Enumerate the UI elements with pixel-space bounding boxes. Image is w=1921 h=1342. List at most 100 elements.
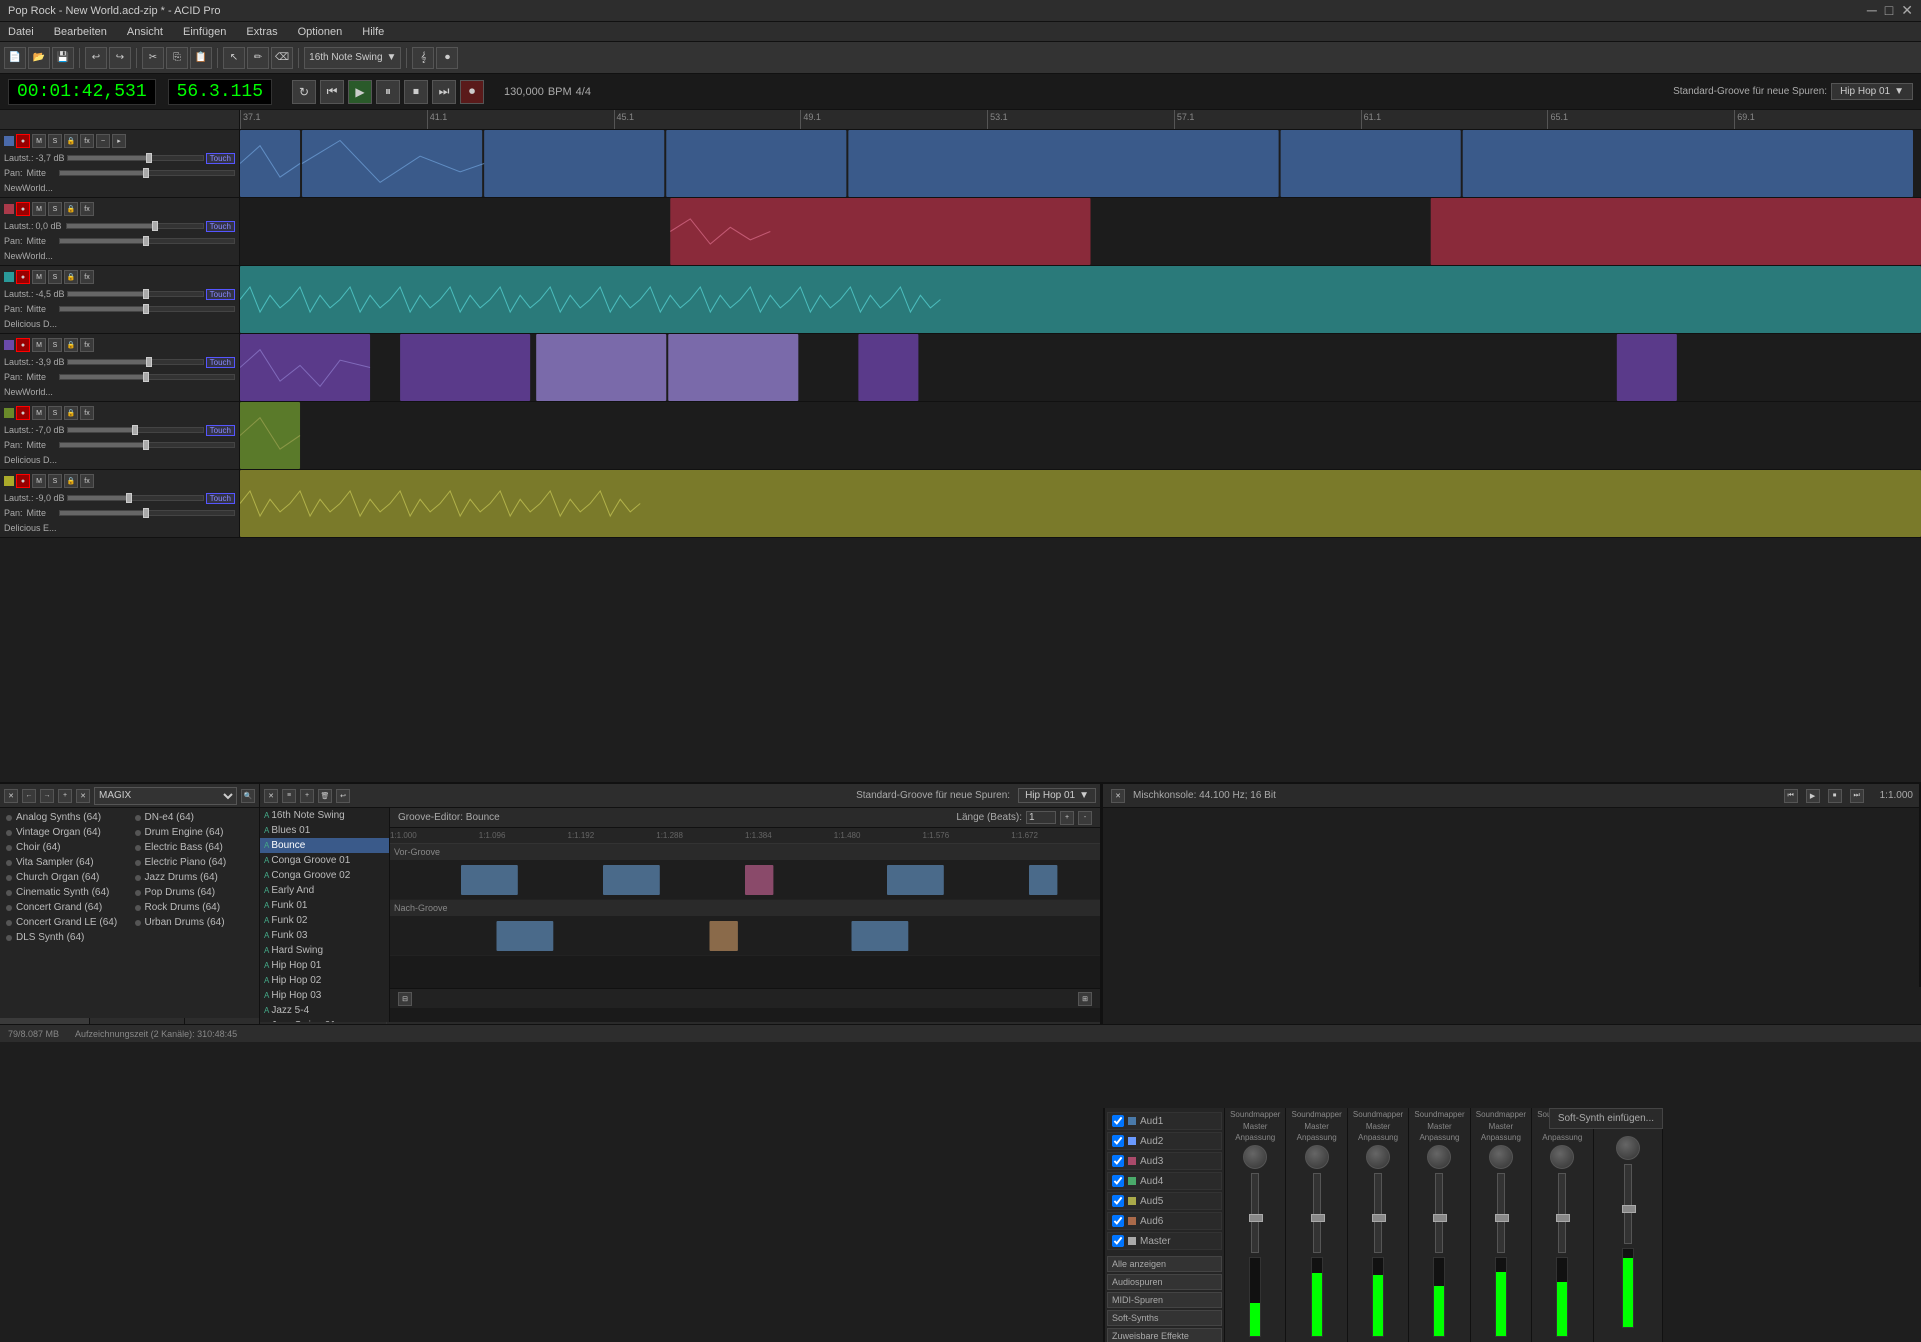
track-more-1[interactable]: ▸: [112, 134, 126, 148]
skip-fwd-btn[interactable]: ⏭: [432, 80, 456, 104]
track-mute-2[interactable]: M: [32, 202, 46, 216]
mixer-ch-knob-2[interactable]: [1366, 1145, 1390, 1169]
groove-item-2[interactable]: ABounce: [260, 838, 389, 853]
track-color-2[interactable]: [4, 204, 14, 214]
mixer-ch-fader-1[interactable]: [1313, 1173, 1321, 1253]
stop-btn[interactable]: ⏹: [404, 80, 428, 104]
track-lock-6[interactable]: 🔒: [64, 474, 78, 488]
audio-track-cb-3[interactable]: [1112, 1175, 1124, 1187]
loop-btn[interactable]: ↻: [292, 80, 316, 104]
save-button[interactable]: 💾: [52, 47, 74, 69]
menu-item-optionen[interactable]: Optionen: [294, 26, 347, 38]
instrument-11[interactable]: Electric Bass (64): [131, 840, 258, 855]
instrument-14[interactable]: Pop Drums (64): [131, 885, 258, 900]
groove-item-11[interactable]: AHip Hop 02: [260, 973, 389, 988]
play-btn[interactable]: ▶: [348, 80, 372, 104]
instrument-15[interactable]: Rock Drums (64): [131, 900, 258, 915]
track-rec-3[interactable]: ●: [16, 270, 30, 284]
audio-track-5[interactable]: Aud6: [1107, 1212, 1222, 1230]
audio-track-3[interactable]: Aud4: [1107, 1172, 1222, 1190]
touch-badge-3[interactable]: Touch: [206, 289, 235, 300]
track-lock-1[interactable]: 🔒: [64, 134, 78, 148]
metronome-btn[interactable]: 𝄞: [412, 47, 434, 69]
audio-action-3[interactable]: Soft-Synths: [1107, 1310, 1222, 1326]
pause-btn[interactable]: ⏸: [376, 80, 400, 104]
track-mute-4[interactable]: M: [32, 338, 46, 352]
mixer-ch-knob-0[interactable]: [1243, 1145, 1267, 1169]
audio-action-1[interactable]: Audiospuren: [1107, 1274, 1222, 1290]
instrument-btn2[interactable]: →: [40, 789, 54, 803]
groove-btn2[interactable]: +: [300, 789, 314, 803]
undo-button[interactable]: ↩: [85, 47, 107, 69]
track-color-1[interactable]: [4, 136, 14, 146]
groove-item-0[interactable]: A16th Note Swing: [260, 808, 389, 823]
vol-slider-3[interactable]: [67, 291, 204, 297]
audio-action-4[interactable]: Zuweisbare Effekte: [1107, 1328, 1222, 1342]
track-fx-3[interactable]: fx: [80, 270, 94, 284]
groove-zoom-fit[interactable]: ⊟: [398, 992, 412, 1006]
copy-button[interactable]: ⎘: [166, 47, 188, 69]
instrument-8[interactable]: DLS Synth (64): [2, 930, 129, 945]
touch-badge-5[interactable]: Touch: [206, 425, 235, 436]
rewind-btn[interactable]: ⏮: [320, 80, 344, 104]
touch-badge-4[interactable]: Touch: [206, 357, 235, 368]
menu-item-ansicht[interactable]: Ansicht: [123, 26, 167, 38]
audio-track-cb-0[interactable]: [1112, 1115, 1124, 1127]
track-fx-6[interactable]: fx: [80, 474, 94, 488]
pan-slider-4[interactable]: [59, 374, 235, 380]
track-solo-1[interactable]: S: [48, 134, 62, 148]
pan-slider-2[interactable]: [59, 238, 235, 244]
track-solo-6[interactable]: S: [48, 474, 62, 488]
touch-badge-6[interactable]: Touch: [206, 493, 235, 504]
minimize-button[interactable]: ─: [1867, 2, 1877, 19]
mixer-ch-fader-5[interactable]: [1558, 1173, 1566, 1253]
groove-zoom-in[interactable]: +: [1060, 811, 1074, 825]
vol-slider-4[interactable]: [67, 359, 204, 365]
groove-item-5[interactable]: AEarly And: [260, 883, 389, 898]
audio-track-4[interactable]: Aud5: [1107, 1192, 1222, 1210]
vol-slider-1[interactable]: [67, 155, 204, 161]
audio-track-cb-5[interactable]: [1112, 1215, 1124, 1227]
instrument-search[interactable]: 🔍: [241, 789, 255, 803]
menu-item-bearbeiten[interactable]: Bearbeiten: [50, 26, 111, 38]
groove-delete[interactable]: 🗑: [318, 789, 332, 803]
tracks-scroll[interactable]: ● M S 🔒 fx ~ ▸ Lautst.: -3,7 dB: [0, 130, 1921, 782]
menu-item-extras[interactable]: Extras: [242, 26, 281, 38]
menu-item-hilfe[interactable]: Hilfe: [358, 26, 388, 38]
instrument-4[interactable]: Church Organ (64): [2, 870, 129, 885]
groove-item-8[interactable]: AFunk 03: [260, 928, 389, 943]
track-mute-3[interactable]: M: [32, 270, 46, 284]
groove-zoom-out[interactable]: -: [1078, 811, 1092, 825]
pan-slider-1[interactable]: [59, 170, 235, 176]
track-fx-5[interactable]: fx: [80, 406, 94, 420]
groove-item-6[interactable]: AFunk 01: [260, 898, 389, 913]
track-env-1[interactable]: ~: [96, 134, 110, 148]
groove-item-9[interactable]: AHard Swing: [260, 943, 389, 958]
groove-item-12[interactable]: AHip Hop 03: [260, 988, 389, 1003]
vol-slider-5[interactable]: [67, 427, 204, 433]
audio-action-2[interactable]: MIDI-Spuren: [1107, 1292, 1222, 1308]
track-rec-2[interactable]: ●: [16, 202, 30, 216]
touch-badge-2[interactable]: Touch: [206, 221, 235, 232]
track-solo-3[interactable]: S: [48, 270, 62, 284]
track-rec-1[interactable]: ●: [16, 134, 30, 148]
track-fx-1[interactable]: fx: [80, 134, 94, 148]
track-color-6[interactable]: [4, 476, 14, 486]
groove-btn1[interactable]: ≡: [282, 789, 296, 803]
mixer-ch-fader-2[interactable]: [1374, 1173, 1382, 1253]
groove-item-3[interactable]: AConga Groove 01: [260, 853, 389, 868]
track-rec-6[interactable]: ●: [16, 474, 30, 488]
audio-track-0[interactable]: Aud1: [1107, 1112, 1222, 1130]
maximize-button[interactable]: □: [1885, 2, 1893, 19]
mixer-transport-end[interactable]: ⏭: [1850, 789, 1864, 803]
track-fx-4[interactable]: fx: [80, 338, 94, 352]
instrument-3[interactable]: Vita Sampler (64): [2, 855, 129, 870]
paste-button[interactable]: 📋: [190, 47, 212, 69]
instrument-13[interactable]: Jazz Drums (64): [131, 870, 258, 885]
audio-track-cb-6[interactable]: [1112, 1235, 1124, 1247]
track-fx-2[interactable]: fx: [80, 202, 94, 216]
audio-track-2[interactable]: Aud3: [1107, 1152, 1222, 1170]
touch-badge-1[interactable]: Touch: [206, 153, 235, 164]
groove-item-13[interactable]: AJazz 5-4: [260, 1003, 389, 1018]
track-lock-4[interactable]: 🔒: [64, 338, 78, 352]
